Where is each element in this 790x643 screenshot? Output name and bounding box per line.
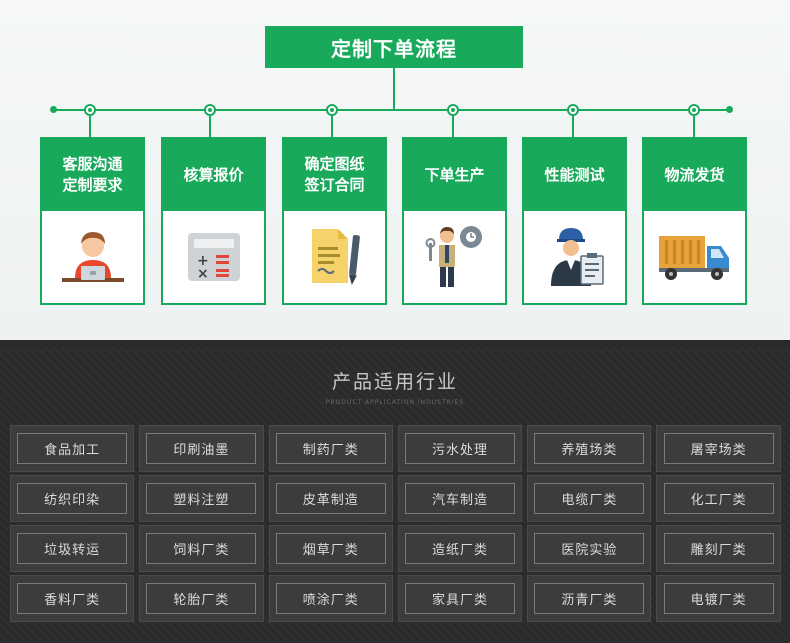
- step-label: 物流发货: [644, 139, 745, 211]
- step-label: 核算报价: [163, 139, 264, 211]
- connector-line: [54, 109, 730, 111]
- step-card-testing: 性能测试: [522, 137, 627, 305]
- industry-tile: 化工厂类: [656, 475, 781, 522]
- industry-label: 化工厂类: [663, 483, 774, 514]
- step-label: 性能测试: [524, 139, 625, 211]
- step-card-contract: 确定图纸 签订合同: [282, 137, 387, 305]
- connector-node: [688, 104, 700, 116]
- connector-drop: [89, 116, 91, 138]
- step-card-shipping: 物流发货: [642, 137, 747, 305]
- industry-label: 饲料厂类: [146, 533, 257, 564]
- industry-label: 纺织印染: [17, 483, 128, 514]
- industries-subtitle: PRODUCT APPLICATION INDUSTRIES: [325, 399, 465, 406]
- delivery-truck-icon: [644, 211, 745, 303]
- industry-tile: 食品加工: [10, 425, 135, 472]
- industry-tile: 塑料注塑: [139, 475, 264, 522]
- industry-label: 轮胎厂类: [146, 583, 257, 614]
- industry-tile: 家具厂类: [397, 575, 523, 622]
- industry-tile: 养殖场类: [527, 425, 652, 472]
- contract-icon: [284, 211, 385, 303]
- industries-grid: 食品加工 印刷油墨 制药厂类 污水处理 养殖场类 屠宰场类 纺织印染 塑料注塑 …: [10, 425, 781, 637]
- industry-tile: 印刷油墨: [139, 425, 264, 472]
- svg-text:×: ×: [197, 266, 209, 282]
- industry-label: 喷涂厂类: [275, 583, 386, 614]
- connector-drop: [572, 116, 574, 138]
- industry-label: 垃圾转运: [17, 533, 128, 564]
- industry-label: 造纸厂类: [405, 533, 516, 564]
- industry-label: 塑料注塑: [146, 483, 257, 514]
- industry-tile: 皮革制造: [268, 475, 393, 522]
- industry-tile: 香料厂类: [10, 575, 135, 622]
- connector-end-dot: [50, 106, 57, 113]
- connector-end-dot: [726, 106, 733, 113]
- industry-label: 汽车制造: [405, 483, 516, 514]
- industry-label: 皮革制造: [275, 483, 386, 514]
- industry-tile: 医院实验: [527, 525, 652, 572]
- connector-node: [84, 104, 96, 116]
- order-process-section: 定制下单流程 客服沟通 定制要求 核算报价 + × 确定图纸 签订合同 下单生产…: [0, 0, 790, 340]
- industry-label: 沥青厂类: [534, 583, 645, 614]
- industry-label: 印刷油墨: [146, 433, 257, 464]
- industry-label: 烟草厂类: [275, 533, 386, 564]
- industry-tile: 烟草厂类: [268, 525, 393, 572]
- connector-drop: [331, 116, 333, 138]
- industry-tile: 污水处理: [397, 425, 523, 472]
- industry-label: 污水处理: [405, 433, 516, 464]
- industry-label: 香料厂类: [17, 583, 128, 614]
- industry-tile: 沥青厂类: [527, 575, 652, 622]
- industry-tile: 轮胎厂类: [139, 575, 264, 622]
- industry-label: 雕刻厂类: [663, 533, 774, 564]
- industry-label: 电镀厂类: [663, 583, 774, 614]
- production-icon: [404, 211, 505, 303]
- connector-node: [567, 104, 579, 116]
- industry-label: 制药厂类: [275, 433, 386, 464]
- industry-tile: 喷涂厂类: [268, 575, 393, 622]
- connector-stem: [393, 68, 395, 110]
- industry-tile: 造纸厂类: [397, 525, 523, 572]
- industry-tile: 制药厂类: [268, 425, 393, 472]
- industry-label: 食品加工: [17, 433, 128, 464]
- connector-node: [204, 104, 216, 116]
- industry-label: 养殖场类: [534, 433, 645, 464]
- industry-tile: 电缆厂类: [527, 475, 652, 522]
- step-card-customer-service: 客服沟通 定制要求: [40, 137, 145, 305]
- step-label: 下单生产: [404, 139, 505, 211]
- step-label: 客服沟通 定制要求: [42, 139, 143, 211]
- process-title: 定制下单流程: [265, 26, 523, 68]
- industry-tile: 垃圾转运: [10, 525, 135, 572]
- industry-label: 家具厂类: [405, 583, 516, 614]
- industry-label: 屠宰场类: [663, 433, 774, 464]
- industries-section: 产品适用行业 PRODUCT APPLICATION INDUSTRIES 食品…: [0, 347, 790, 643]
- industry-label: 电缆厂类: [534, 483, 645, 514]
- step-card-production: 下单生产: [402, 137, 507, 305]
- industry-tile: 汽车制造: [397, 475, 523, 522]
- industry-tile: 饲料厂类: [139, 525, 264, 572]
- industry-tile: 雕刻厂类: [656, 525, 781, 572]
- calculator-icon: + ×: [163, 211, 264, 303]
- connector-drop: [209, 116, 211, 138]
- connector-node: [447, 104, 459, 116]
- step-label: 确定图纸 签订合同: [284, 139, 385, 211]
- inspection-icon: [524, 211, 625, 303]
- industries-title: 产品适用行业: [331, 371, 458, 393]
- industry-tile: 纺织印染: [10, 475, 135, 522]
- customer-service-icon: [42, 211, 143, 303]
- connector-drop: [693, 116, 695, 138]
- industry-tile: 电镀厂类: [656, 575, 781, 622]
- step-card-quotation: 核算报价 + ×: [161, 137, 266, 305]
- industry-label: 医院实验: [534, 533, 645, 564]
- connector-drop: [452, 116, 454, 138]
- connector-node: [326, 104, 338, 116]
- industry-tile: 屠宰场类: [656, 425, 781, 472]
